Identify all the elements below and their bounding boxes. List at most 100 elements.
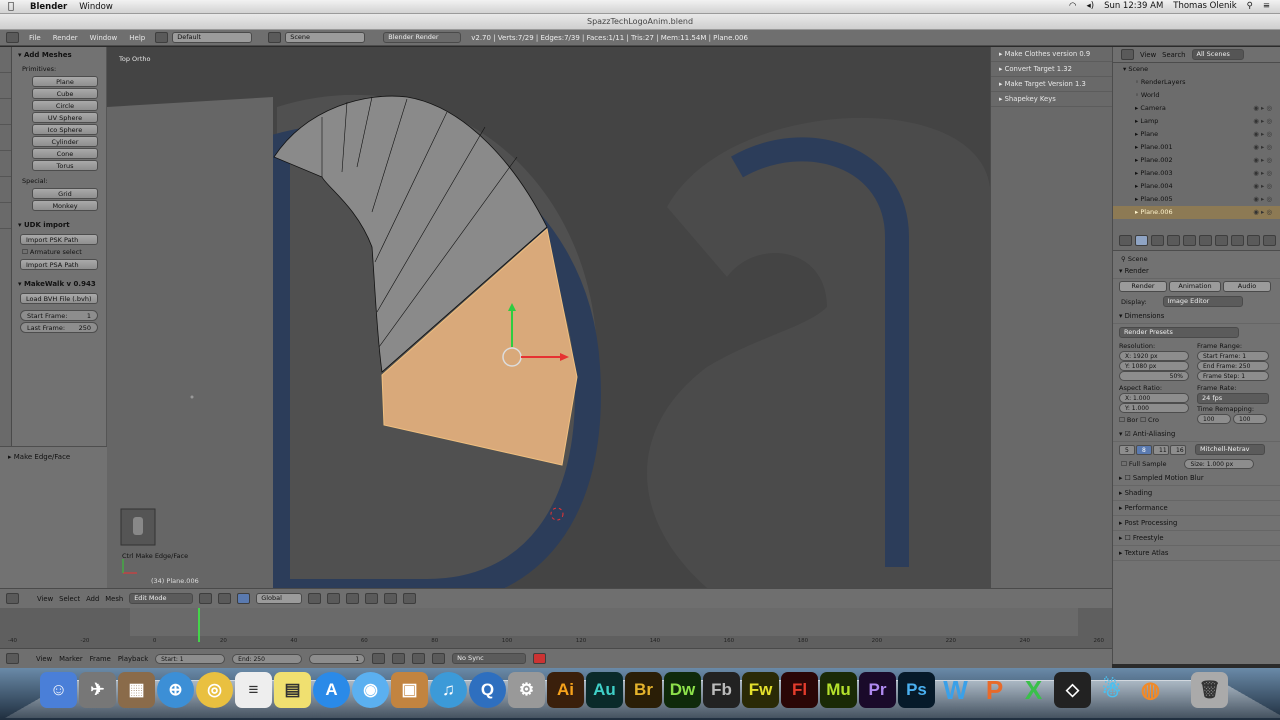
world-tab-icon[interactable] [1183, 235, 1196, 246]
jump-end-icon[interactable] [432, 653, 446, 664]
vp-menu-add[interactable]: Add [86, 595, 99, 603]
app-store-icon[interactable]: A [313, 672, 350, 708]
aa-5-button[interactable]: 5 [1119, 444, 1135, 455]
add-ico-sphere-button[interactable]: Ico Sphere [32, 124, 98, 135]
aa-filter-select[interactable]: Mitchell-Netrav [1195, 444, 1265, 455]
panel-make-target[interactable]: ▸ Make Target Version 1.3 [991, 77, 1112, 92]
scene-select[interactable]: Scene [285, 32, 366, 43]
menu-help[interactable]: Help [129, 34, 145, 42]
audio-button[interactable]: Audio [1223, 281, 1271, 292]
add-cylinder-button[interactable]: Cylinder [32, 136, 98, 147]
outliner-item-plane-001[interactable]: ▸ Plane.001 ◉ ▸ ◎ [1113, 141, 1280, 154]
finder-icon[interactable]: ☺ [40, 672, 77, 708]
outliner-type-icon[interactable] [1121, 49, 1134, 60]
tl-menu-frame[interactable]: Frame [90, 655, 111, 663]
outliner-item-plane-002[interactable]: ▸ Plane.002 ◉ ▸ ◎ [1113, 154, 1280, 167]
full-sample-checkbox[interactable]: ☐ Full Sample [1121, 460, 1166, 468]
flash-builder-icon[interactable]: Fb [703, 672, 740, 708]
panel-motion-blur[interactable]: ▸ ☐ Sampled Motion Blur [1113, 471, 1280, 486]
visibility-icon[interactable]: ◉ ▸ ◎ [1253, 128, 1272, 141]
add-uv-sphere-button[interactable]: UV Sphere [32, 112, 98, 123]
panel-convert-target[interactable]: ▸ Convert Target 1.32 [991, 62, 1112, 77]
messages-icon[interactable]: ◉ [352, 672, 389, 708]
visibility-icon[interactable]: ◉ ▸ ◎ [1253, 141, 1272, 154]
display-select[interactable]: Image Editor [1162, 296, 1243, 307]
layers-icon[interactable] [403, 593, 417, 604]
add-monkey-button[interactable]: Monkey [32, 200, 98, 211]
powerpoint-icon[interactable]: P [976, 672, 1013, 708]
menu-render[interactable]: Render [53, 34, 78, 42]
tab-tools[interactable] [0, 47, 11, 73]
makehuman-icon[interactable]: ☃ [1093, 672, 1130, 708]
outliner-item-world[interactable]: ◦ World [1113, 89, 1280, 102]
outliner-view-menu[interactable]: View [1140, 51, 1156, 59]
props-type-icon[interactable] [1119, 235, 1132, 246]
armature-select-checkbox[interactable]: ☐ Armature select [12, 246, 106, 258]
load-bvh-button[interactable]: Load BVH File (.bvh) [20, 293, 98, 304]
audition-icon[interactable]: Au [586, 672, 623, 708]
outliner-item-camera[interactable]: ▸ Camera ◉ ▸ ◎ [1113, 102, 1280, 115]
outliner-item-plane[interactable]: ▸ Plane ◉ ▸ ◎ [1113, 128, 1280, 141]
photo-icon[interactable]: ▣ [391, 672, 428, 708]
app-menu[interactable]: Blender [30, 2, 67, 12]
tab-misc[interactable] [0, 203, 11, 229]
import-psk-button[interactable]: Import PSK Path [20, 234, 98, 245]
bridge-icon[interactable]: Br [625, 672, 662, 708]
record-icon[interactable] [533, 653, 547, 664]
material-tab-icon[interactable] [1247, 235, 1260, 246]
frame-step-field[interactable]: Frame Step: 1 [1197, 371, 1269, 381]
menu-file[interactable]: File [29, 34, 41, 42]
word-icon[interactable]: W [937, 672, 974, 708]
aa-11-button[interactable]: 11 [1153, 444, 1169, 455]
visibility-icon[interactable]: ◉ ▸ ◎ [1253, 154, 1272, 167]
data-tab-icon[interactable] [1231, 235, 1244, 246]
outliner-item-plane-006[interactable]: ▸ Plane.006 ◉ ▸ ◎ [1113, 206, 1280, 219]
add-cone-button[interactable]: Cone [32, 148, 98, 159]
sync-select[interactable]: No Sync [452, 653, 527, 664]
tl-end-field[interactable]: End: 250 [232, 653, 303, 664]
resolution-percent-field[interactable]: 50% [1119, 371, 1189, 381]
timeline[interactable]: -40 -20 0 20 40 60 80 100 120 140 160 180 200 220 240 2… [0, 608, 1112, 648]
outliner-item-plane-003[interactable]: ▸ Plane.003 ◉ ▸ ◎ [1113, 167, 1280, 180]
manipulator-icon[interactable] [237, 593, 251, 604]
premiere-icon[interactable]: Pr [859, 672, 896, 708]
add-circle-button[interactable]: Circle [32, 100, 98, 111]
illustrator-icon[interactable]: Ai [547, 672, 584, 708]
scene-tab-icon[interactable] [1167, 235, 1180, 246]
tab-animation[interactable] [0, 125, 11, 151]
3d-viewport[interactable]: Top Ortho Ctrl Make Edge/Face (34) Plane… [107, 47, 990, 588]
panel-shapekey-keys[interactable]: ▸ Shapekey Keys [991, 92, 1112, 107]
muse-icon[interactable]: Mu [820, 672, 857, 708]
apple-icon[interactable]:  [8, 1, 22, 12]
stickies-icon[interactable]: ▤ [274, 672, 311, 708]
panel-post-processing[interactable]: ▸ Post Processing [1113, 516, 1280, 531]
edge-select-icon[interactable] [327, 593, 341, 604]
viewport-shading-icon[interactable] [199, 593, 213, 604]
mode-select[interactable]: Edit Mode [129, 593, 194, 604]
tl-menu-view[interactable]: View [36, 655, 52, 663]
tab-grease-pencil[interactable] [0, 177, 11, 203]
visibility-icon[interactable]: ◉ ▸ ◎ [1253, 115, 1272, 128]
panel-anti-aliasing[interactable]: ▾ ☑ Anti-Aliasing [1113, 427, 1280, 442]
visibility-icon[interactable]: ◉ ▸ ◎ [1253, 206, 1272, 219]
aspect-y-field[interactable]: Y: 1.000 [1119, 403, 1189, 413]
snap-icon[interactable] [384, 593, 398, 604]
add-plane-button[interactable]: Plane [32, 76, 98, 87]
aspect-x-field[interactable]: X: 1.000 [1119, 393, 1189, 403]
photoshop-icon[interactable]: Ps [898, 672, 935, 708]
tab-relations[interactable] [0, 99, 11, 125]
visibility-icon[interactable]: ◉ ▸ ◎ [1253, 167, 1272, 180]
jump-start-icon[interactable] [372, 653, 386, 664]
blender-icon[interactable]: ◍ [1132, 672, 1169, 708]
add-cube-button[interactable]: Cube [32, 88, 98, 99]
add-grid-button[interactable]: Grid [32, 188, 98, 199]
mission-control-icon[interactable]: ▦ [118, 672, 155, 708]
panel-shading[interactable]: ▸ Shading [1113, 486, 1280, 501]
render-presets-select[interactable]: Render Presets [1119, 327, 1239, 338]
tl-current-frame-field[interactable]: 1 [309, 653, 366, 664]
panel-makewalk[interactable]: ▾ MakeWalk v 0.943 [12, 276, 106, 292]
render-engine-select[interactable]: Blender Render [383, 32, 462, 43]
viewport-canvas[interactable] [107, 47, 990, 588]
menu-window[interactable]: Window [90, 34, 118, 42]
tl-menu-marker[interactable]: Marker [59, 655, 83, 663]
